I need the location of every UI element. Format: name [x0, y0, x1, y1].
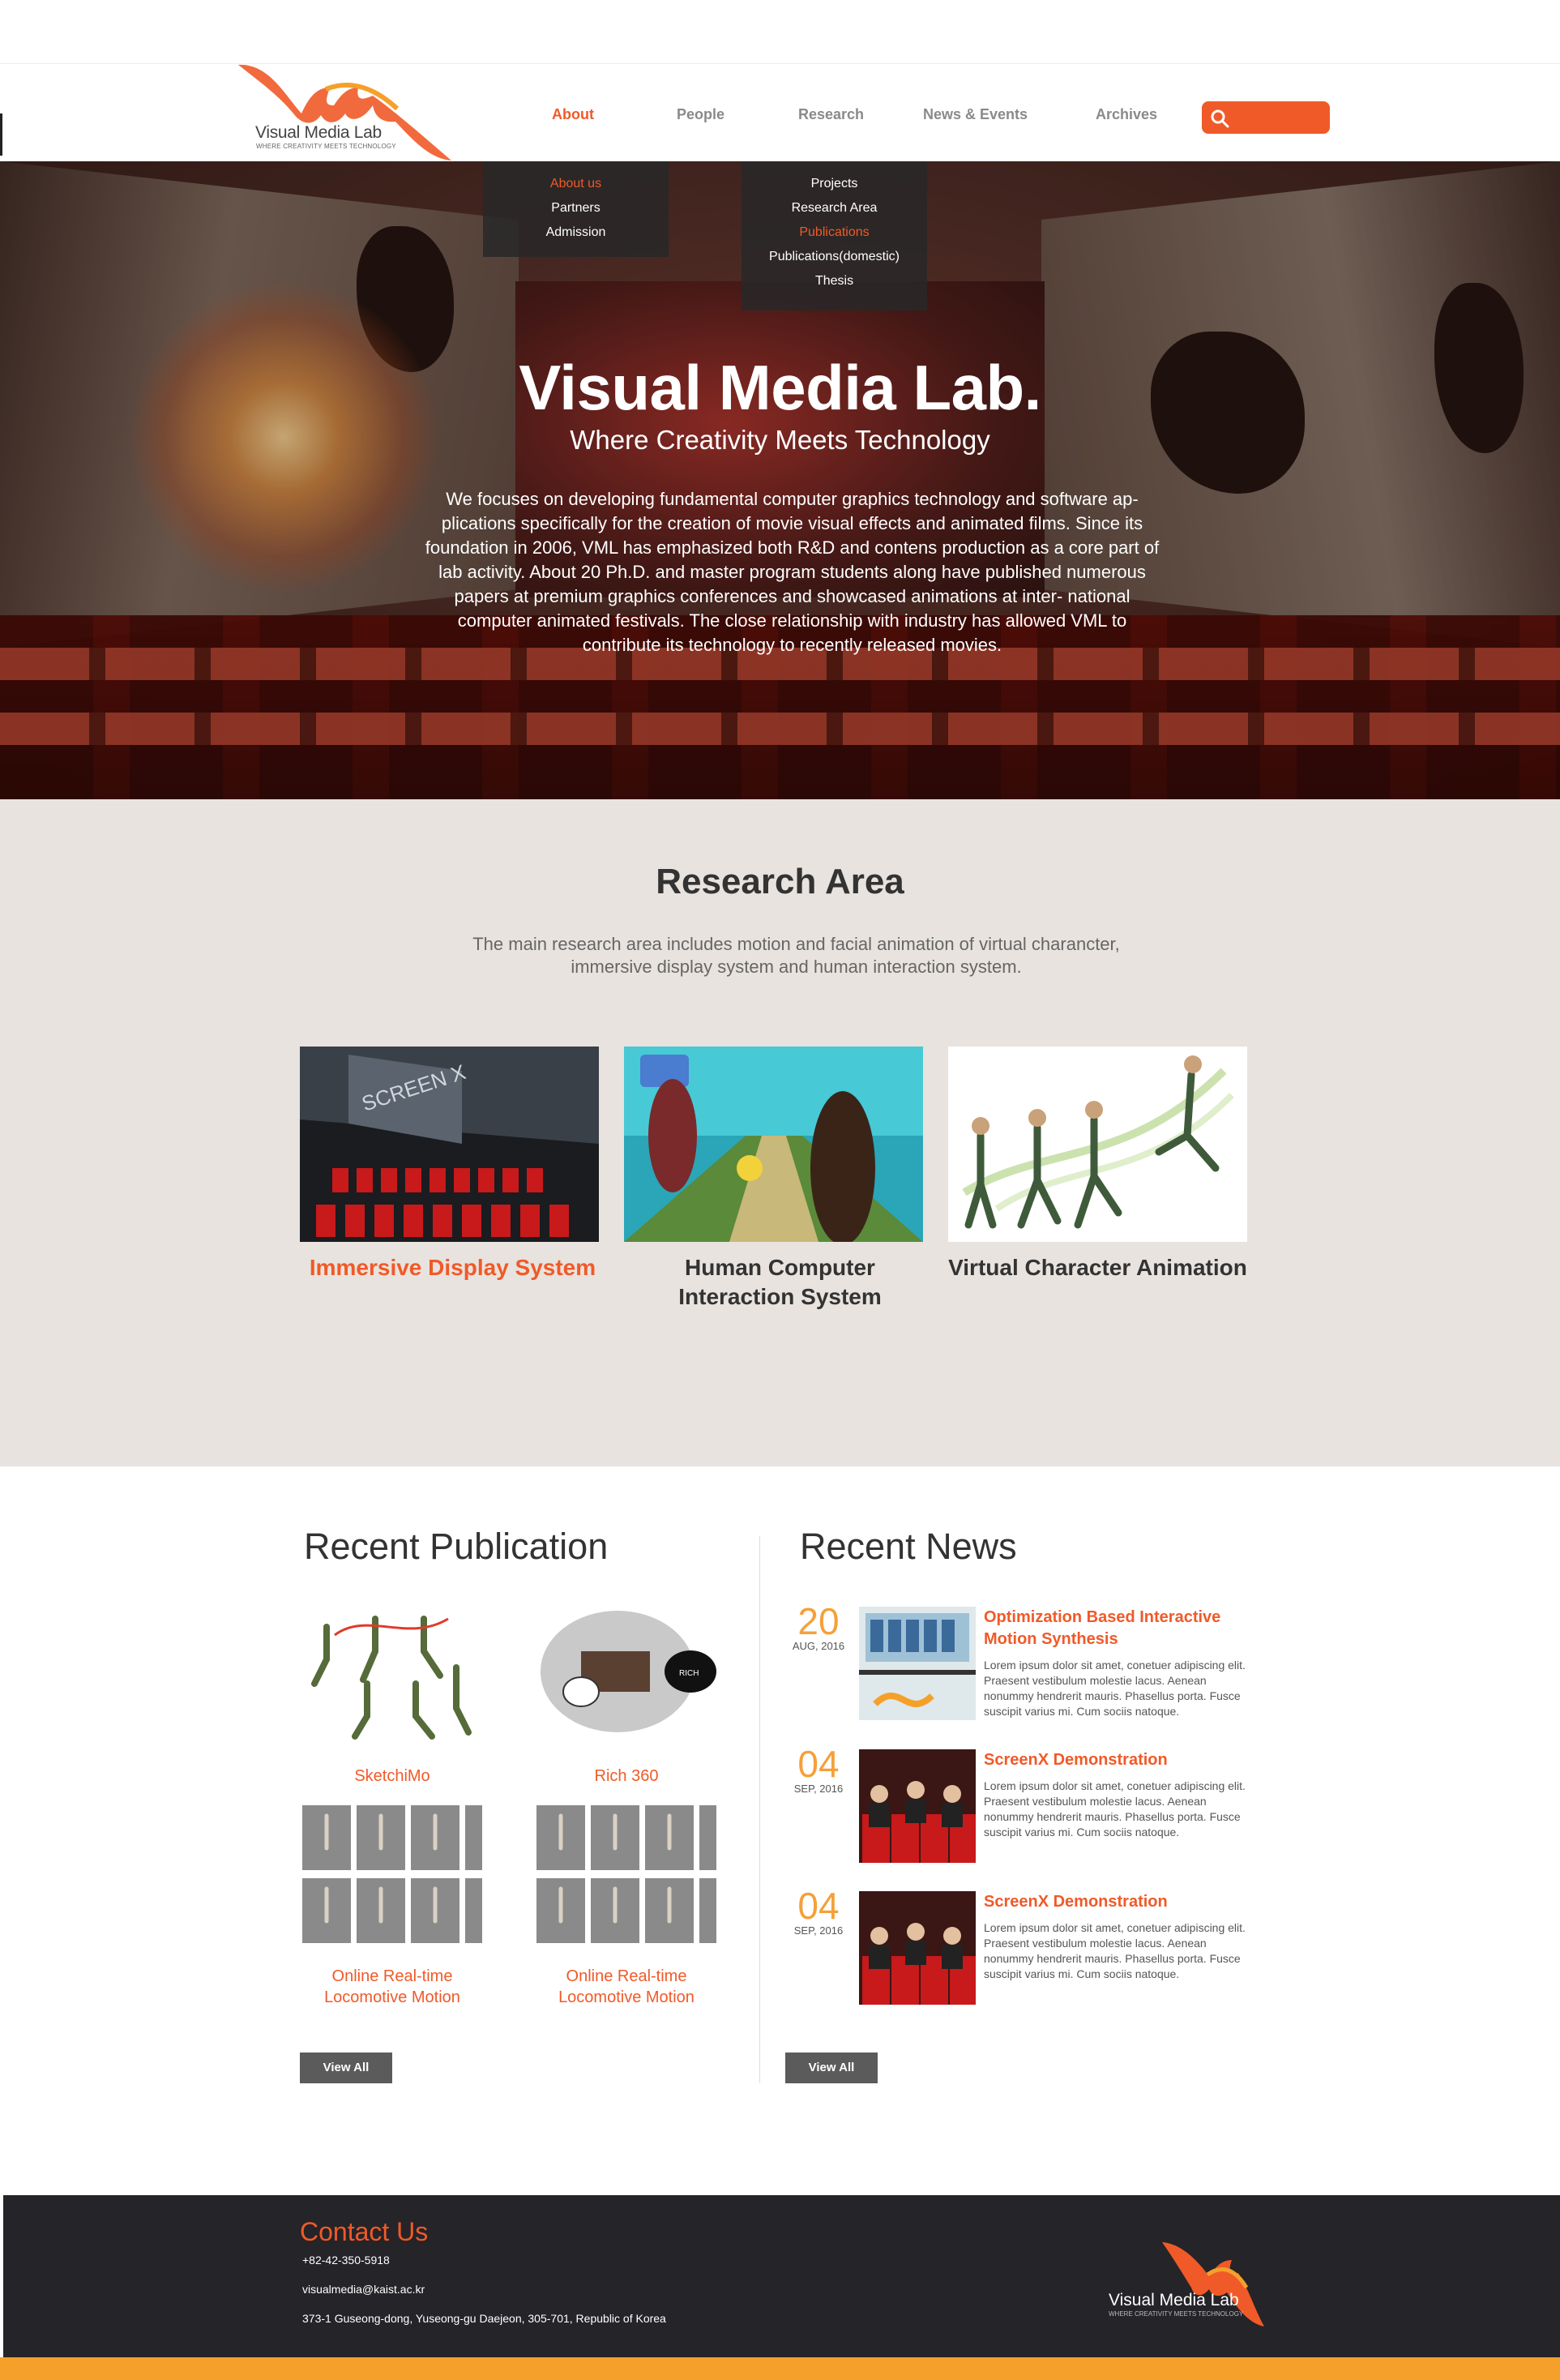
locomotion-image — [302, 1804, 482, 1950]
news-image-audience — [859, 1891, 976, 2005]
site-footer — [3, 2195, 1560, 2357]
locomotion-image — [536, 1804, 716, 1950]
section-divider — [759, 1536, 760, 2083]
logo-tagline: WHERE CREATIVITY MEETS TECHNOLOGY — [256, 143, 396, 150]
menu-about-us[interactable]: About us — [483, 177, 669, 191]
research-area-description: The main research area includes motion a… — [472, 934, 1120, 977]
news-thumb-2[interactable] — [859, 1749, 976, 1863]
research-card-immersive[interactable]: SCREEN X — [300, 1047, 599, 1242]
search-input[interactable] — [1202, 101, 1330, 134]
research-label-animation[interactable]: Virtual Character Animation — [948, 1253, 1247, 1282]
research-label-hci[interactable]: Human Computer Interaction System — [630, 1253, 930, 1312]
about-dropdown: About us Partners Admission — [483, 161, 669, 257]
recent-publication-title: Recent Publication — [304, 1526, 609, 1567]
pub-thumb-locomotion-2[interactable] — [536, 1804, 716, 1950]
news-thumb-3[interactable] — [859, 1891, 976, 2005]
pub-thumb-locomotion-1[interactable] — [302, 1804, 482, 1950]
news-title-2[interactable]: ScreenX Demonstration — [984, 1749, 1251, 1771]
news-day: 04 — [797, 1885, 840, 1927]
publications-view-all-button[interactable]: View All — [300, 2053, 392, 2083]
news-body-2: Lorem ipsum dolor sit amet, conetuer adi… — [984, 1779, 1246, 1839]
pub-thumb-sketchimo[interactable] — [302, 1595, 482, 1740]
edge-marker — [0, 113, 2, 156]
menu-thesis[interactable]: Thesis — [742, 274, 927, 289]
immersive-display-image: SCREEN X — [300, 1047, 599, 1242]
news-day: 20 — [797, 1600, 840, 1642]
nav-people[interactable]: People — [677, 106, 724, 123]
news-image-slides — [859, 1607, 976, 1720]
contact-phone[interactable]: +82-42-350-5918 — [302, 2254, 390, 2267]
footer-logo-text: Visual Media Lab — [1109, 2291, 1239, 2309]
news-month: AUG, 2016 — [792, 1640, 845, 1652]
research-card-hci[interactable] — [624, 1047, 923, 1242]
footer-accent-bar — [0, 2357, 1560, 2380]
news-day: 04 — [797, 1743, 840, 1785]
news-body-1: Lorem ipsum dolor sit amet, conetuer adi… — [984, 1659, 1246, 1718]
character-animation-image — [948, 1047, 1247, 1242]
logo-text: Visual Media Lab — [255, 123, 382, 142]
hero-title: Visual Media Lab. — [519, 352, 1041, 423]
svg-text:RICH: RICH — [679, 1669, 699, 1678]
menu-publications-domestic[interactable]: Publications(domestic) — [742, 250, 927, 264]
news-title-1[interactable]: Optimization Based Interactive Motion Sy… — [984, 1607, 1251, 1650]
hero-subtitle: Where Creativity Meets Technology — [570, 425, 990, 455]
research-label-immersive[interactable]: Immersive Display System — [303, 1253, 602, 1282]
news-title-3[interactable]: ScreenX Demonstration — [984, 1891, 1251, 1913]
pub-label-rich360[interactable]: Rich 360 — [536, 1766, 716, 1787]
news-body-3: Lorem ipsum dolor sit amet, conetuer adi… — [984, 1921, 1246, 1980]
contact-email[interactable]: visualmedia@kaist.ac.kr — [302, 2283, 425, 2296]
menu-partners[interactable]: Partners — [483, 201, 669, 216]
menu-publications[interactable]: Publications — [742, 225, 927, 240]
pub-label-locomotion-1[interactable]: Online Real-time Locomotive Motion — [302, 1966, 482, 2008]
research-card-animation[interactable] — [948, 1047, 1247, 1242]
nav-about[interactable]: About — [552, 106, 594, 123]
contact-title: Contact Us — [300, 2217, 429, 2246]
pub-thumb-rich360[interactable]: RICH — [536, 1595, 716, 1740]
recent-news-title: Recent News — [800, 1526, 1017, 1567]
nav-news-events[interactable]: News & Events — [923, 106, 1028, 123]
pub-label-locomotion-2[interactable]: Online Real-time Locomotive Motion — [536, 1966, 716, 2008]
footer-logo-tagline: WHERE CREATIVITY MEETS TECHNOLOGY — [1109, 2310, 1244, 2318]
news-month: SEP, 2016 — [793, 1783, 844, 1795]
hero-description: We focuses on developing fundamental com… — [425, 489, 1160, 655]
menu-projects[interactable]: Projects — [742, 177, 927, 191]
news-image-audience — [859, 1749, 976, 1863]
hci-image — [624, 1047, 923, 1242]
menu-research-area[interactable]: Research Area — [742, 201, 927, 216]
pub-label-sketchimo[interactable]: SketchiMo — [302, 1766, 482, 1787]
news-thumb-1[interactable] — [859, 1607, 976, 1720]
search-icon — [1211, 109, 1229, 128]
menu-admission[interactable]: Admission — [483, 225, 669, 240]
news-view-all-button[interactable]: View All — [785, 2053, 878, 2083]
nav-archives[interactable]: Archives — [1096, 106, 1157, 123]
research-area-title: Research Area — [656, 862, 904, 901]
sketchimo-image — [302, 1595, 482, 1740]
rich360-image: RICH — [536, 1595, 716, 1740]
research-dropdown: Projects Research Area Publications Publ… — [742, 161, 927, 310]
contact-address: 373-1 Guseong-dong, Yuseong-gu Daejeon, … — [302, 2312, 666, 2325]
nav-research[interactable]: Research — [798, 106, 864, 123]
news-month: SEP, 2016 — [793, 1924, 844, 1937]
